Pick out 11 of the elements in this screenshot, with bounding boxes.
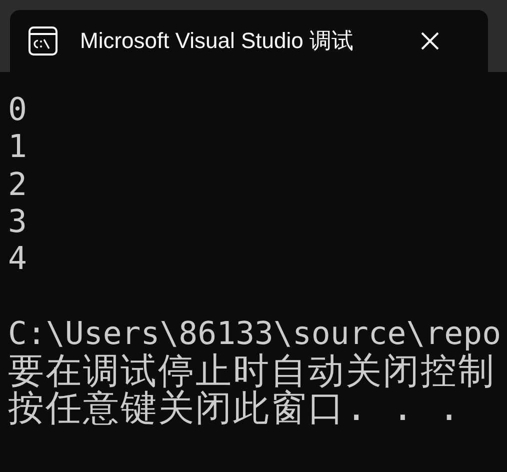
console-line: C:\Users\86133\source\repo bbox=[8, 316, 502, 352]
console-line: 0 bbox=[8, 92, 28, 130]
console-line: 要在调试停止时自动关闭控制 bbox=[8, 353, 496, 390]
console-line: 4 bbox=[8, 241, 28, 278]
console-line: 按任意键关闭此窗口. . . bbox=[8, 390, 462, 428]
console-line: 1 bbox=[8, 129, 28, 167]
console-line: 3 bbox=[8, 204, 28, 242]
window-title: Microsoft Visual Studio 调试 bbox=[80, 27, 354, 55]
console-line: 2 bbox=[8, 166, 28, 204]
window-tab[interactable]: Microsoft Visual Studio 调试 bbox=[10, 10, 488, 72]
terminal-icon bbox=[28, 26, 58, 56]
